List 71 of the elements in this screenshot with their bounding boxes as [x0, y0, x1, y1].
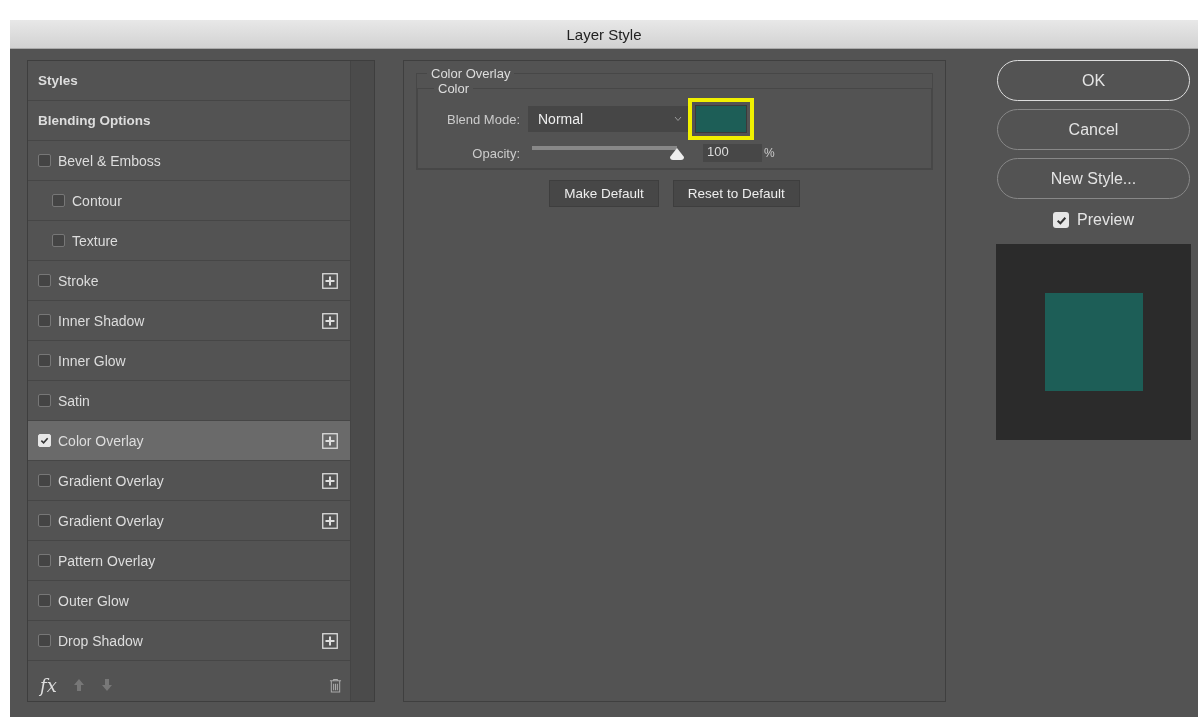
style-list-item[interactable]: Pattern Overlay [28, 541, 350, 581]
section-title: Color Overlay [430, 66, 512, 81]
checkbox[interactable] [38, 394, 51, 407]
style-label: Color Overlay [58, 432, 145, 449]
blend-mode-dropdown[interactable]: Normal [528, 106, 688, 132]
field-label: Opacity: [471, 145, 520, 161]
unit-label: % [764, 146, 775, 160]
add-icon[interactable] [322, 632, 338, 649]
style-label: Inner Glow [58, 352, 127, 369]
style-label: Contour [72, 192, 123, 209]
up-arrow-icon[interactable] [72, 678, 85, 692]
style-label: Gradient Overlay [58, 472, 165, 489]
style-list-item[interactable]: Texture [28, 221, 350, 261]
slider-thumb[interactable] [669, 147, 685, 161]
style-list-item[interactable]: Gradient Overlay [28, 501, 350, 541]
dialog-button[interactable]: OK [997, 60, 1190, 101]
default-button[interactable]: Reset to Default [672, 180, 800, 207]
style-label: Stroke [58, 272, 100, 289]
style-list-item[interactable]: Outer Glow [28, 581, 350, 621]
style-label: Inner Shadow [58, 312, 146, 329]
style-list-item[interactable]: Gradient Overlay [28, 461, 350, 501]
color-swatch[interactable] [695, 105, 747, 133]
checkbox[interactable] [38, 634, 51, 647]
style-label: Bevel & Emboss [58, 152, 162, 169]
style-label: Texture [72, 232, 119, 249]
field-label: Blend Mode: [446, 111, 520, 127]
checkbox[interactable] [38, 474, 51, 487]
group-title: Color [437, 81, 471, 96]
dialog-button[interactable]: New Style... [997, 158, 1190, 199]
style-list-item[interactable]: Color Overlay [28, 421, 350, 461]
checkbox[interactable] [38, 354, 51, 367]
style-label: Gradient Overlay [58, 512, 165, 529]
style-list-item[interactable]: Inner Glow [28, 341, 350, 381]
add-icon[interactable] [322, 432, 338, 449]
checkbox[interactable] [52, 234, 65, 247]
add-icon[interactable] [322, 312, 338, 329]
down-arrow-icon[interactable] [100, 678, 113, 692]
opacity-slider[interactable] [532, 144, 685, 162]
style-label: Satin [58, 392, 91, 409]
add-icon[interactable] [322, 272, 338, 289]
checkbox[interactable] [38, 594, 51, 607]
checkbox[interactable] [38, 274, 51, 287]
preview-label: Preview [1077, 211, 1134, 229]
checkbox[interactable] [52, 194, 65, 207]
checkbox[interactable] [38, 554, 51, 567]
style-list-item[interactable]: Drop Shadow [28, 621, 350, 661]
style-label: Pattern Overlay [58, 552, 157, 569]
style-label: Styles [38, 73, 79, 88]
style-label: Drop Shadow [58, 632, 144, 649]
chevron-icon [674, 116, 682, 122]
scrollbar[interactable] [350, 61, 374, 701]
style-label: Blending Options [38, 113, 152, 128]
checkmark-icon [1055, 214, 1067, 226]
window-title: Layer Style [566, 25, 642, 43]
opacity-input[interactable]: 100 [703, 144, 762, 162]
style-list-item[interactable]: Inner Shadow [28, 301, 350, 341]
add-icon[interactable] [322, 472, 338, 489]
default-button[interactable]: Make Default [549, 180, 659, 207]
trash-icon[interactable] [329, 677, 342, 693]
checkbox[interactable] [38, 514, 51, 527]
checkbox[interactable] [38, 154, 51, 167]
style-list-item[interactable]: Bevel & Emboss [28, 141, 350, 181]
checkbox[interactable] [38, 314, 51, 327]
checkmark-icon [40, 436, 49, 445]
preview-checkbox[interactable] [1053, 212, 1070, 228]
style-list-item[interactable]: Contour [28, 181, 350, 221]
add-icon[interactable] [322, 512, 338, 529]
style-list-item[interactable]: Stroke [28, 261, 350, 301]
dialog-button[interactable]: Cancel [997, 109, 1190, 150]
style-label: Outer Glow [58, 592, 130, 609]
fx-button[interactable]: fx [40, 674, 57, 696]
